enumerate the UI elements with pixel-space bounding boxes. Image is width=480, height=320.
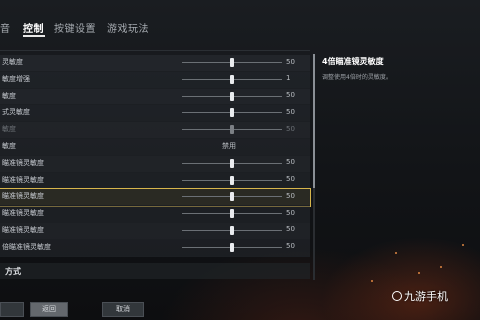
active-tab-indicator [23, 35, 45, 37]
slider-track[interactable] [182, 225, 282, 235]
setting-row[interactable]: 瞄准镜灵敏度 50 [0, 206, 310, 223]
setting-row[interactable]: 瞄准镜灵敏度 50 [0, 188, 311, 208]
slider-track[interactable] [182, 91, 282, 101]
slider-thumb[interactable] [230, 242, 234, 252]
setting-row[interactable]: 敏度 50 [0, 88, 310, 106]
slider-thumb[interactable] [230, 125, 234, 135]
slider-thumb[interactable] [230, 91, 234, 101]
tab-audio[interactable]: 音 [0, 20, 11, 35]
setting-value: 50 [286, 158, 295, 167]
setting-row[interactable]: 倍瞄准镜灵敏度 50 [0, 239, 310, 257]
setting-label: 敏度 [2, 141, 16, 150]
setting-value: 50 [286, 91, 295, 100]
slider-thumb[interactable] [230, 58, 234, 67]
setting-label: 式灵敏度 [2, 108, 30, 117]
setting-label: 灵敏度 [2, 58, 23, 66]
watermark: 九游手机 [392, 288, 448, 304]
setting-row[interactable]: 式灵敏度 50 [0, 105, 310, 123]
setting-toggle[interactable]: 禁用 [222, 141, 236, 151]
setting-value: 50 [286, 208, 295, 217]
slider-track[interactable] [182, 242, 282, 252]
setting-label: 敏度 [2, 91, 16, 100]
setting-label: 瞄准镜灵敏度 [2, 225, 44, 234]
setting-value: 1 [286, 74, 291, 83]
cancel-button[interactable]: 取消 [102, 302, 144, 317]
tab-controls[interactable]: 控制 [23, 20, 44, 35]
partial-button[interactable] [0, 302, 24, 317]
tab-gameplay[interactable]: 游戏玩法 [107, 20, 149, 35]
setting-value: 50 [286, 225, 295, 234]
slider-track[interactable] [182, 192, 282, 202]
setting-row[interactable]: 瞄准镜灵敏度 50 [0, 222, 310, 240]
setting-value: 50 [286, 242, 295, 251]
scrollbar[interactable] [313, 54, 315, 280]
setting-label: 敏度 [2, 125, 16, 134]
slider-track[interactable] [182, 108, 282, 118]
slider-thumb[interactable] [230, 108, 234, 118]
section-header: 方式 [0, 263, 310, 279]
slider-thumb[interactable] [230, 175, 234, 185]
setting-label: 瞄准镜灵敏度 [2, 192, 44, 201]
scrollbar-thumb[interactable] [313, 54, 315, 188]
top-tab-bar: 音 控制 按键设置 游戏玩法 [0, 0, 480, 40]
slider-track[interactable] [182, 158, 282, 168]
tab-key-bindings[interactable]: 按键设置 [54, 20, 96, 35]
slider-track[interactable] [182, 125, 282, 135]
setting-value: 50 [286, 107, 295, 116]
setting-label: 敏度增强 [2, 74, 30, 83]
setting-value: 50 [286, 57, 295, 66]
setting-label: 瞄准镜灵敏度 [2, 209, 44, 218]
setting-label: 瞄准镜灵敏度 [2, 158, 44, 167]
description-text: 调整使用4倍时的灵敏度。 [322, 74, 392, 81]
slider-thumb[interactable] [230, 158, 234, 168]
settings-list: 灵敏度 50 敏度增强 1 敏度 50 式灵敏度 50 敏度 50 敏度 禁用 瞄准镜灵敏度 50 瞄准镜灵… [0, 55, 311, 257]
setting-row[interactable]: 敏度 禁用 [0, 138, 310, 156]
back-button[interactable]: 返回 [30, 302, 68, 317]
slider-track[interactable] [182, 209, 282, 219]
description-title: 4倍瞄准镜灵敏度 [322, 57, 384, 66]
slider-thumb[interactable] [230, 225, 234, 235]
divider [0, 50, 310, 51]
slider-track[interactable] [182, 175, 282, 185]
setting-label: 瞄准镜灵敏度 [2, 175, 44, 184]
slider-thumb[interactable] [230, 192, 234, 202]
setting-label: 倍瞄准镜灵敏度 [2, 242, 51, 251]
section-title: 方式 [5, 267, 21, 276]
setting-row[interactable]: 瞄准镜灵敏度 50 [0, 172, 310, 190]
setting-value: 50 [286, 124, 295, 133]
slider-thumb[interactable] [230, 209, 234, 219]
setting-row[interactable]: 敏度 50 [0, 122, 310, 139]
setting-value: 50 [286, 191, 295, 200]
watermark-logo-icon [392, 291, 402, 301]
slider-track[interactable] [182, 58, 282, 67]
slider-thumb[interactable] [230, 74, 234, 84]
setting-row[interactable]: 瞄准镜灵敏度 50 [0, 155, 310, 173]
slider-track[interactable] [182, 74, 282, 84]
setting-row[interactable]: 敏度增强 1 [0, 71, 310, 89]
setting-row[interactable]: 灵敏度 50 [0, 55, 310, 72]
setting-value: 50 [286, 175, 295, 184]
watermark-text: 九游手机 [404, 290, 448, 303]
